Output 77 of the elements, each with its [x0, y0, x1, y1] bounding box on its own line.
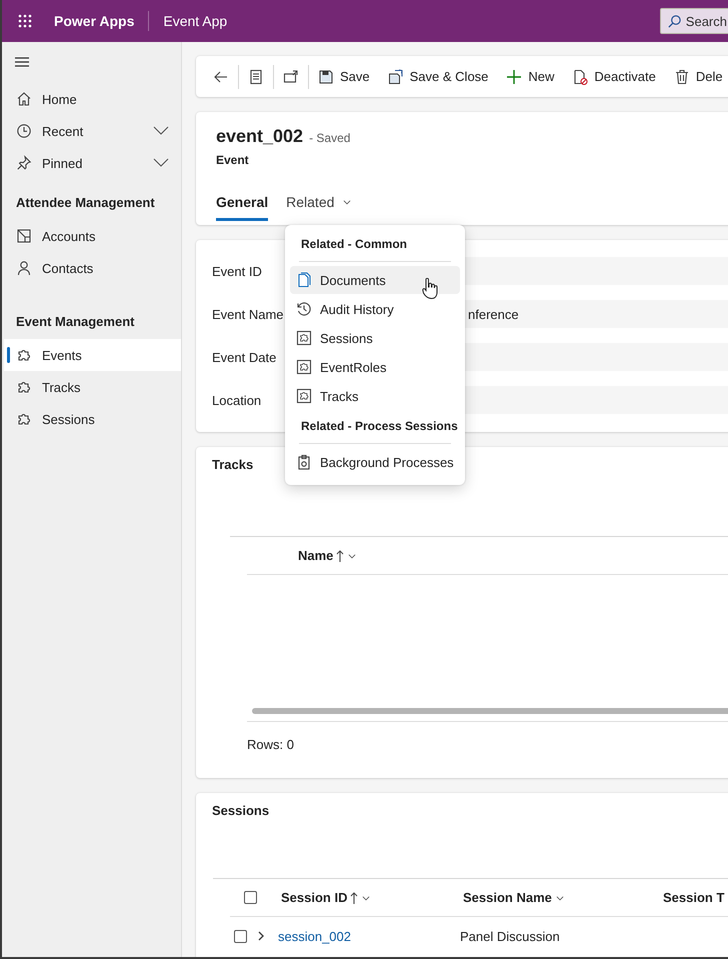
column-header[interactable]: Session ID [281, 890, 372, 905]
nav-item[interactable]: Events [4, 339, 181, 371]
clipboard-gear-icon [296, 454, 312, 470]
toolbar-button[interactable]: Deactivate [563, 60, 665, 92]
section-title: Tracks [212, 457, 254, 472]
puzzle-box-icon [296, 359, 312, 375]
section-title: Sessions [212, 803, 270, 818]
back-arrow-icon [213, 68, 229, 84]
puzzle-icon [16, 347, 32, 363]
record-link[interactable]: session_002 [278, 928, 351, 944]
expand-row-icon[interactable] [257, 930, 265, 942]
nav-item[interactable]: Recent [4, 115, 181, 147]
home-icon [16, 91, 32, 107]
nav-item[interactable]: Accounts [4, 220, 181, 252]
save-icon [318, 68, 334, 84]
deactivate-icon [572, 68, 588, 84]
nav-item[interactable]: Contacts [4, 252, 181, 284]
puzzle-icon [16, 379, 32, 395]
menu-item[interactable]: Tracks [290, 382, 460, 410]
popout-icon [283, 68, 299, 84]
nav-group-title: Event Management [15, 313, 136, 331]
table-cell: Panel Discussion [460, 928, 560, 944]
toolbar-button[interactable]: Save & Close [378, 60, 498, 92]
search-icon [666, 14, 682, 28]
puzzle-box-icon [296, 388, 312, 404]
account-icon [16, 228, 32, 244]
row-checkbox[interactable] [234, 930, 247, 942]
nav-group-title: Attendee Management [15, 194, 156, 212]
clock-icon [16, 123, 32, 139]
app-launcher-icon [17, 13, 33, 29]
app-title: Event App [162, 13, 228, 29]
nav-item[interactable]: Home [4, 83, 181, 115]
pin-icon [16, 155, 32, 171]
document-icon [296, 272, 312, 288]
puzzle-icon [16, 411, 32, 427]
menu-section-title: Related - Process Sessions [300, 418, 459, 435]
nav-item[interactable]: Pinned [4, 147, 181, 179]
field-label: Event Name [212, 306, 285, 322]
menu-item[interactable]: Background Processes [290, 448, 460, 476]
nav-item[interactable]: Tracks [4, 371, 181, 403]
toolbar-button[interactable]: Save [309, 60, 379, 92]
tab[interactable]: Related [286, 185, 352, 221]
field-label: Event Date [212, 350, 278, 364]
save-close-icon [388, 68, 404, 84]
search-button[interactable]: Search [660, 8, 728, 34]
menu-item[interactable]: EventRoles [290, 353, 460, 381]
sort-ascending-icon [350, 892, 358, 904]
puzzle-box-icon [296, 330, 312, 346]
toolbar-button[interactable]: New [497, 60, 564, 92]
column-header[interactable]: Session Name [463, 890, 565, 905]
nav-item[interactable]: Sessions [4, 403, 181, 435]
menu-item[interactable]: Sessions [290, 324, 460, 352]
menu-item[interactable]: Documents [290, 266, 460, 294]
select-all-checkbox[interactable] [244, 891, 257, 904]
trash-icon [674, 68, 690, 84]
chevron-down-icon[interactable] [153, 158, 169, 168]
tab[interactable]: General [216, 185, 268, 221]
field-label: Location [212, 392, 262, 408]
field-label: Event ID [212, 264, 263, 278]
app-name[interactable]: Power Apps [48, 11, 150, 31]
column-header[interactable]: Session T [663, 890, 724, 905]
scrollbar[interactable] [252, 708, 728, 714]
record-title: event_002 [216, 126, 304, 147]
sort-ascending-icon [336, 550, 344, 562]
person-icon [16, 260, 32, 276]
history-icon [296, 301, 312, 317]
save-status: - Saved [309, 131, 350, 145]
chevron-down-icon[interactable] [153, 126, 169, 136]
form-icon [248, 68, 264, 84]
hand-cursor-icon [422, 278, 438, 300]
column-header[interactable]: Name [298, 548, 358, 563]
plus-icon [506, 68, 522, 84]
entity-name: Event [216, 153, 249, 167]
menu-item[interactable]: Audit History [290, 295, 460, 323]
row-count: Rows: 0 [247, 737, 294, 752]
menu-section-title: Related - Common [300, 236, 408, 253]
toolbar-button[interactable]: Dele [664, 60, 728, 92]
